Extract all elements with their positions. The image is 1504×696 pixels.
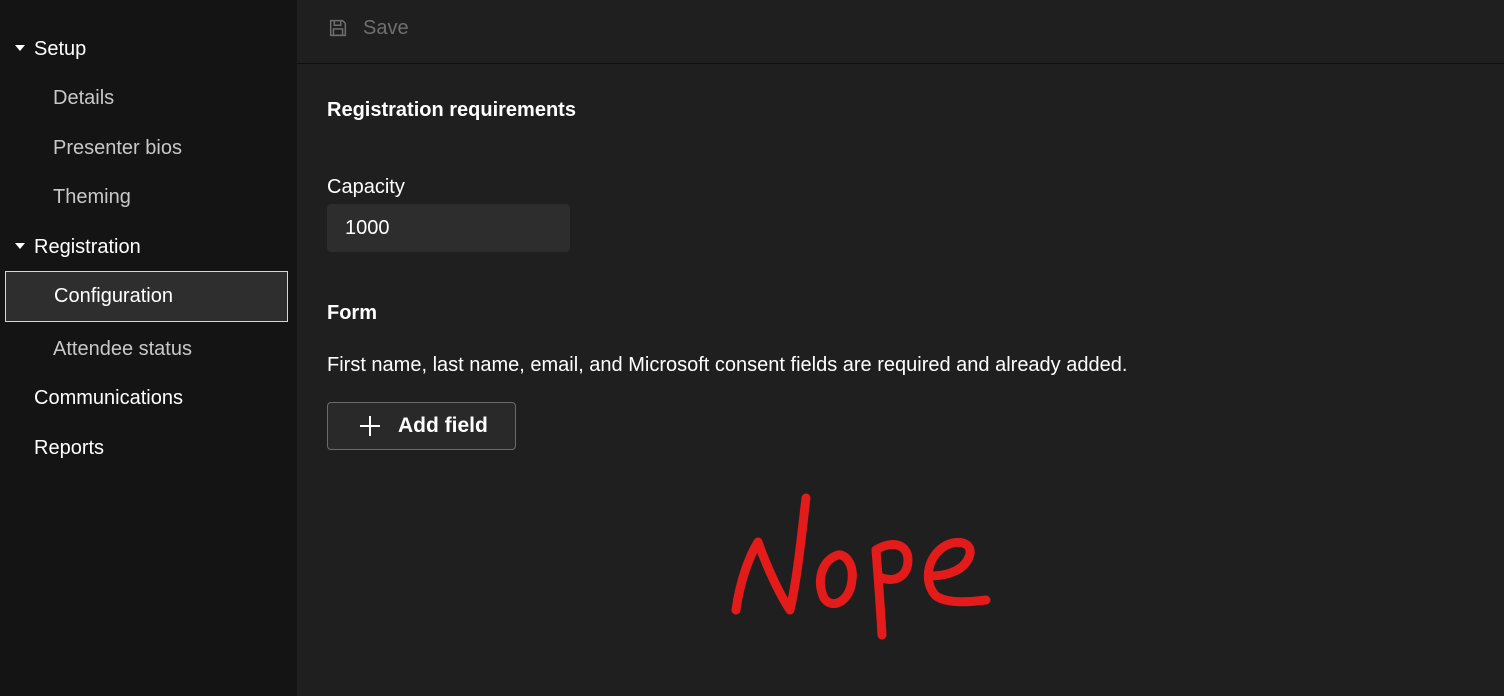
sidebar-item-reports[interactable]: Reports [0,423,297,473]
sidebar-item-label: Configuration [54,285,173,307]
app-window: Setup Details Presenter bios Theming Reg… [0,0,1504,696]
caret-down-icon [15,243,25,249]
add-field-label: Add field [398,414,488,437]
sidebar-item-registration[interactable]: Registration [0,222,297,272]
sidebar-item-label: Attendee status [53,337,192,360]
sidebar-item-label: Registration [34,235,141,258]
sidebar-item-communications[interactable]: Communications [0,373,297,423]
sidebar-item-details[interactable]: Details [0,73,297,123]
toolbar: Save [297,0,1504,64]
sidebar-item-label: Details [53,86,115,109]
sidebar-item-label: Setup [34,37,87,60]
capacity-label: Capacity [327,176,405,198]
sidebar-item-configuration[interactable]: Configuration [5,271,288,322]
sidebar-item-setup[interactable]: Setup [0,24,297,74]
save-button[interactable]: Save [327,12,409,44]
sidebar-item-attendee-status[interactable]: Attendee status [0,324,297,374]
sidebar-item-label: Communications [34,386,183,409]
registration-requirements-heading: Registration requirements [327,99,576,121]
save-icon [329,19,347,37]
sidebar-item-label: Theming [53,185,131,208]
sidebar-item-label: Reports [34,436,105,459]
save-button-label: Save [363,16,409,39]
sidebar: Setup Details Presenter bios Theming Reg… [0,0,297,696]
sidebar-item-label: Presenter bios [53,136,182,159]
sidebar-item-presenter-bios[interactable]: Presenter bios [0,123,297,173]
plus-icon [360,416,380,436]
capacity-input[interactable] [327,204,570,252]
add-field-button[interactable]: Add field [327,402,516,450]
form-description: First name, last name, email, and Micros… [327,354,1128,376]
sidebar-item-theming[interactable]: Theming [0,172,297,222]
handwritten-nope-annotation [731,493,991,640]
form-heading: Form [327,302,377,324]
caret-down-icon [15,45,25,51]
